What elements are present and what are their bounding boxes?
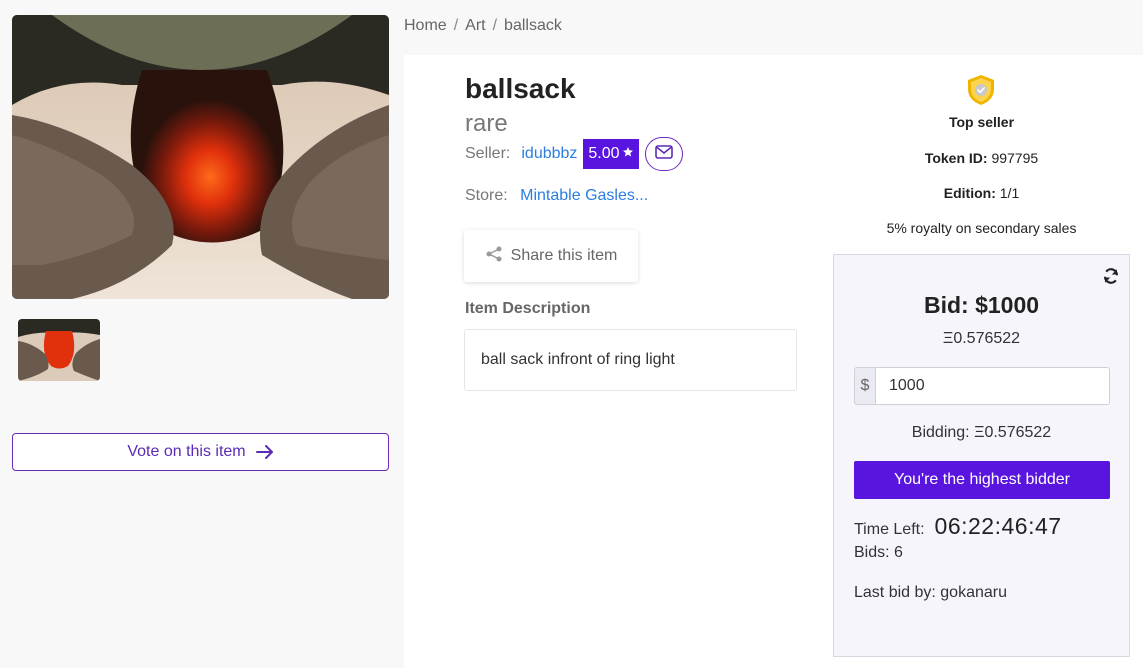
royalty-text: 5% royalty on secondary sales <box>886 220 1077 236</box>
seller-label: Seller: <box>465 145 511 162</box>
bid-eth-value: Ξ0.576522 <box>942 330 1021 347</box>
seller-row: Seller: idubbbz 5.00 <box>465 137 683 171</box>
store-label: Store: <box>465 187 508 204</box>
token-id-value: 997795 <box>991 150 1039 166</box>
store-link[interactable]: Mintable Gasles... <box>520 187 648 204</box>
message-seller-button[interactable] <box>644 137 683 171</box>
breadcrumb-category[interactable]: Art <box>465 17 485 35</box>
refresh-icon[interactable] <box>1102 267 1120 290</box>
seller-link[interactable]: idubbbz <box>521 145 577 163</box>
description-text: ball sack infront of ring light <box>481 351 675 368</box>
breadcrumb-separator: / <box>492 17 498 34</box>
shield-check-icon <box>966 74 996 111</box>
breadcrumb: Home / Art / ballsack <box>404 17 562 35</box>
time-left-value: 06:22:46:47 <box>934 513 1062 539</box>
star-icon <box>622 145 634 163</box>
arrow-right-icon <box>255 445 274 459</box>
edition: Edition: 1/1 <box>833 185 1130 201</box>
vote-button[interactable]: Vote on this item <box>12 433 389 471</box>
description-box: ball sack infront of ring light <box>464 329 797 391</box>
share-button[interactable]: Share this item <box>464 230 638 282</box>
highest-bidder-button[interactable]: You're the highest bidder <box>854 461 1110 499</box>
item-title: ballsack <box>465 73 576 104</box>
item-main-image[interactable] <box>12 15 389 299</box>
bid-amount-input[interactable] <box>875 367 1110 405</box>
share-icon <box>485 245 503 268</box>
item-thumbnail[interactable] <box>18 319 100 381</box>
bid-count: Bids: 6 <box>854 544 903 561</box>
breadcrumb-separator: / <box>453 17 459 34</box>
edition-value: 1/1 <box>999 185 1020 201</box>
seller-rating-value: 5.00 <box>588 145 620 162</box>
time-left-row: Time Left: 06:22:46:47 <box>854 513 1062 540</box>
description-heading: Item Description <box>465 300 591 317</box>
token-id: Token ID: 997795 <box>833 150 1130 166</box>
top-seller-label: Top seller <box>948 114 1015 130</box>
last-bid-by: Last bid by: gokanaru <box>854 584 1007 601</box>
edition-label: Edition: <box>943 185 996 201</box>
auction-panel: Bid: $1000 Ξ0.576522 $ Bidding: Ξ0.57652… <box>833 254 1130 657</box>
seller-rating-badge: 5.00 <box>583 139 639 169</box>
bid-input-group: $ <box>854 367 1110 405</box>
bid-title: Bid: $1000 <box>923 292 1040 318</box>
vote-button-label: Vote on this item <box>127 443 246 460</box>
item-rarity: rare <box>465 110 508 137</box>
currency-prefix: $ <box>854 367 875 405</box>
breadcrumb-current: ballsack <box>504 17 562 34</box>
bidding-eth-text: Bidding: Ξ0.576522 <box>911 424 1052 441</box>
breadcrumb-home[interactable]: Home <box>404 17 447 35</box>
time-left-label: Time Left: <box>854 521 925 538</box>
mail-icon <box>654 144 673 164</box>
token-id-label: Token ID: <box>924 150 988 166</box>
store-row: Store: Mintable Gasles... <box>465 187 648 205</box>
share-button-label: Share this item <box>510 247 618 264</box>
